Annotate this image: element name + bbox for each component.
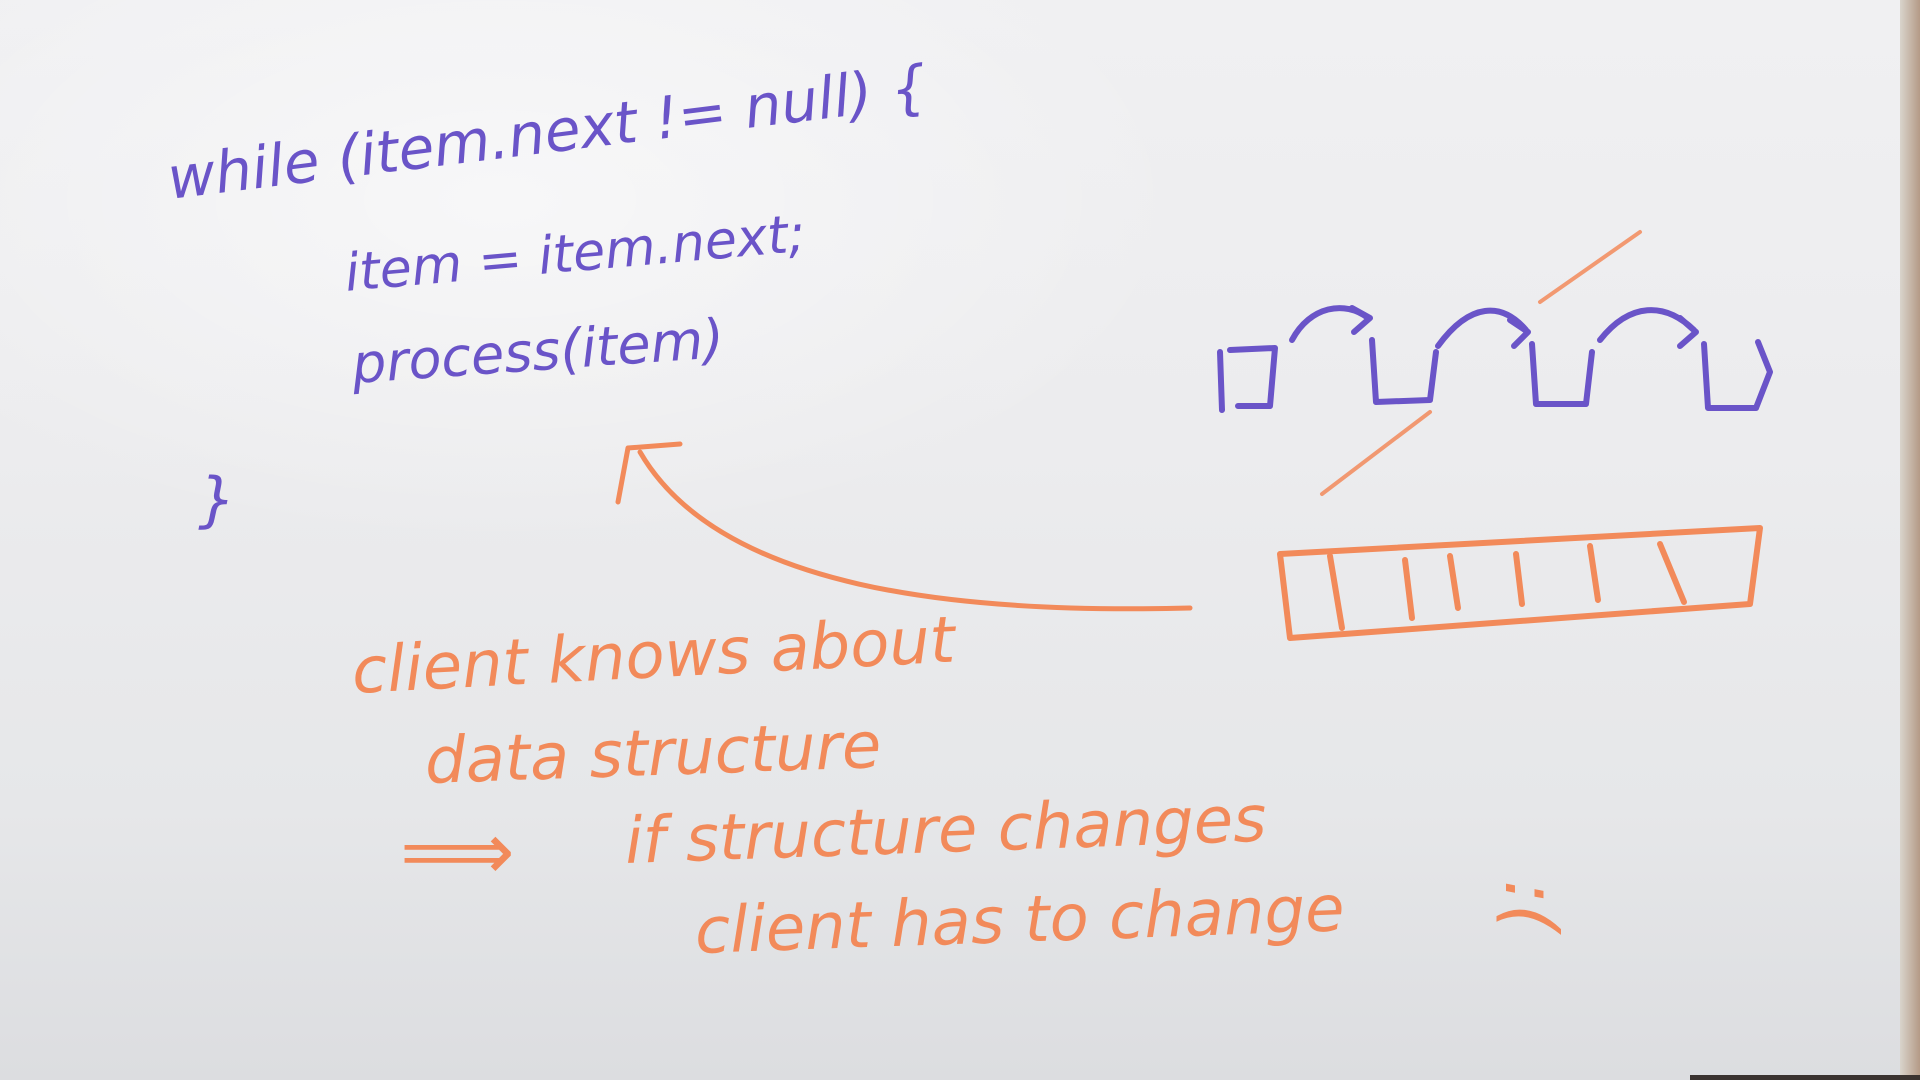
whiteboard: while (item.next != null) { item = item.… xyxy=(0,0,1920,1080)
array-divider-4 xyxy=(1513,551,1525,607)
list-link-1 xyxy=(1289,305,1373,343)
array-divider-6 xyxy=(1657,541,1687,605)
board-edge xyxy=(1900,0,1920,1080)
list-link-3 xyxy=(1597,307,1699,349)
cross-out-upper xyxy=(1538,230,1642,304)
arrow-array-to-code xyxy=(615,441,1193,612)
list-node-3 xyxy=(1529,341,1595,407)
diagram-layer xyxy=(615,230,1773,641)
array-diagram xyxy=(1277,525,1763,641)
array-divider-1 xyxy=(1327,553,1345,631)
board-frame xyxy=(1690,1075,1920,1080)
linked-list-diagram xyxy=(1217,305,1773,413)
list-node-1 xyxy=(1217,345,1278,413)
list-node-4 xyxy=(1701,339,1773,411)
array-divider-2 xyxy=(1402,557,1415,621)
array-divider-5 xyxy=(1587,543,1601,603)
arrow-curve xyxy=(637,449,1193,612)
list-node-2 xyxy=(1369,337,1439,405)
array-divider-3 xyxy=(1447,553,1461,611)
cross-out-lower xyxy=(1320,410,1432,496)
list-link-2 xyxy=(1435,307,1531,349)
